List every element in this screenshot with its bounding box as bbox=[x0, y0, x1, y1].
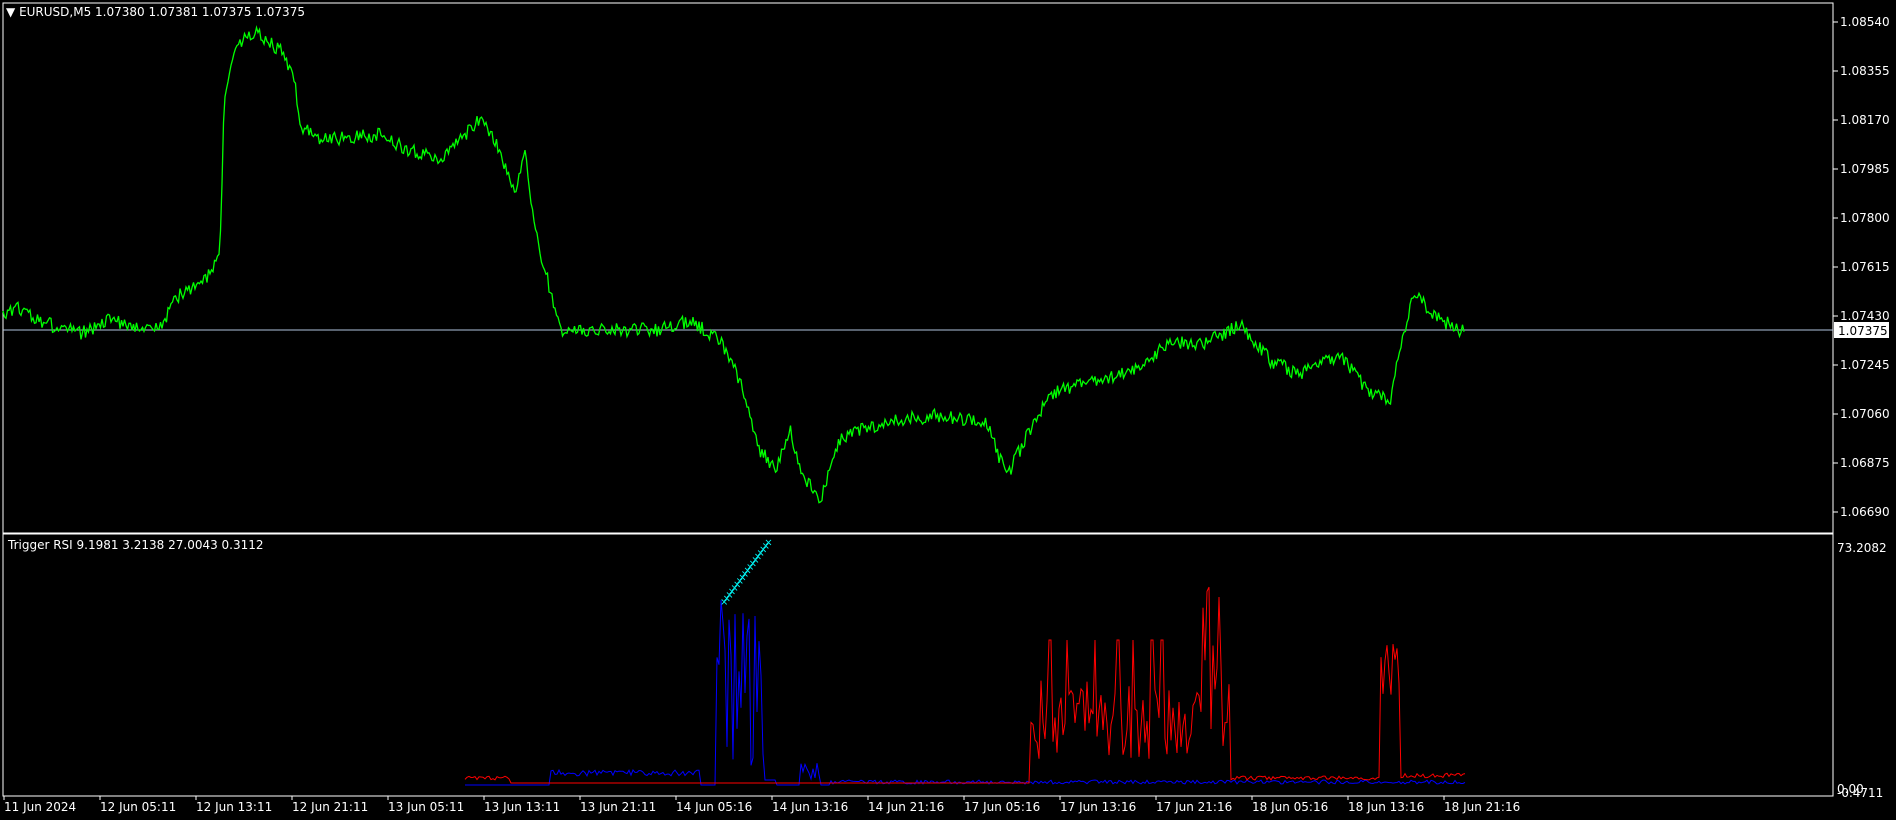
price-axis-label: 1.07430 bbox=[1840, 309, 1890, 323]
time-axis-label: 13 Jun 13:11 bbox=[484, 800, 560, 814]
price-axis-label: 1.08540 bbox=[1840, 15, 1890, 29]
time-axis-label: 17 Jun 05:16 bbox=[964, 800, 1040, 814]
rsi-red-line bbox=[464, 586, 1466, 784]
price-axis-label: 1.07245 bbox=[1840, 358, 1890, 372]
rsi-marker: × bbox=[764, 538, 772, 549]
collapse-triangle-icon[interactable]: ▼ bbox=[6, 5, 15, 19]
indicator-title: Trigger RSI 9.1981 3.2138 27.0043 0.3112 bbox=[8, 538, 264, 552]
rsi-markers: ×××××××××××××××××× bbox=[720, 538, 773, 609]
rsi-blue-line bbox=[465, 600, 1466, 786]
time-axis-label: 12 Jun 05:11 bbox=[100, 800, 176, 814]
time-axis-label: 17 Jun 21:16 bbox=[1156, 800, 1232, 814]
price-axis: 1.08540 1.08355 1.08170 1.07985 1.07800 1.076… bbox=[1833, 15, 1890, 519]
time-axis: 11 Jun 2024 12 Jun 05:11 12 Jun 13:11 12 Ju… bbox=[3, 796, 1520, 814]
time-axis-label: 18 Jun 21:16 bbox=[1444, 800, 1520, 814]
time-axis-label: 11 Jun 2024 bbox=[4, 800, 76, 814]
time-axis-label: 14 Jun 21:16 bbox=[868, 800, 944, 814]
current-price-tag-text: 1.07375 bbox=[1838, 324, 1888, 338]
current-price-tag: 1.07375 bbox=[1834, 322, 1889, 338]
main-chart-title: ▼ EURUSD,M5 1.07380 1.07381 1.07375 1.07… bbox=[6, 5, 305, 19]
rsi-red-series bbox=[464, 586, 1466, 784]
time-axis-label: 17 Jun 13:16 bbox=[1060, 800, 1136, 814]
time-axis-label: 12 Jun 13:11 bbox=[196, 800, 272, 814]
time-axis-label: 14 Jun 13:16 bbox=[772, 800, 848, 814]
price-axis-label: 1.08355 bbox=[1840, 64, 1890, 78]
price-axis-label: 1.06875 bbox=[1840, 456, 1890, 470]
rsi-blue-series bbox=[465, 600, 1466, 786]
time-axis-label: 18 Jun 05:16 bbox=[1252, 800, 1328, 814]
time-axis-label: 13 Jun 05:11 bbox=[388, 800, 464, 814]
price-axis-label: 1.06690 bbox=[1840, 505, 1890, 519]
indicator-frame bbox=[2, 533, 1834, 797]
time-axis-label: 14 Jun 05:16 bbox=[676, 800, 752, 814]
price-axis-label: 1.08170 bbox=[1840, 113, 1890, 127]
main-title-text: EURUSD,M5 1.07380 1.07381 1.07375 1.0737… bbox=[19, 5, 305, 19]
price-axis-label: 1.07985 bbox=[1840, 162, 1890, 176]
price-series bbox=[2, 24, 1465, 504]
rsi-axis-label: -0.4711 bbox=[1837, 786, 1883, 800]
price-axis-label: 1.07800 bbox=[1840, 211, 1890, 225]
main-chart-frame bbox=[2, 2, 1834, 534]
rsi-axis: 73.20820.00-0.4711 bbox=[1837, 541, 1887, 800]
chart-canvas: ×××××××××××××××××× 1.08540 1.08355 1.08170… bbox=[2, 2, 1890, 814]
price-line bbox=[2, 24, 1465, 504]
time-axis-label: 18 Jun 13:16 bbox=[1348, 800, 1424, 814]
price-axis-label: 1.07615 bbox=[1840, 260, 1890, 274]
time-axis-label: 13 Jun 21:11 bbox=[580, 800, 656, 814]
price-axis-label: 1.07060 bbox=[1840, 407, 1890, 421]
time-axis-label: 12 Jun 21:11 bbox=[292, 800, 368, 814]
rsi-axis-label: 73.2082 bbox=[1837, 541, 1887, 555]
